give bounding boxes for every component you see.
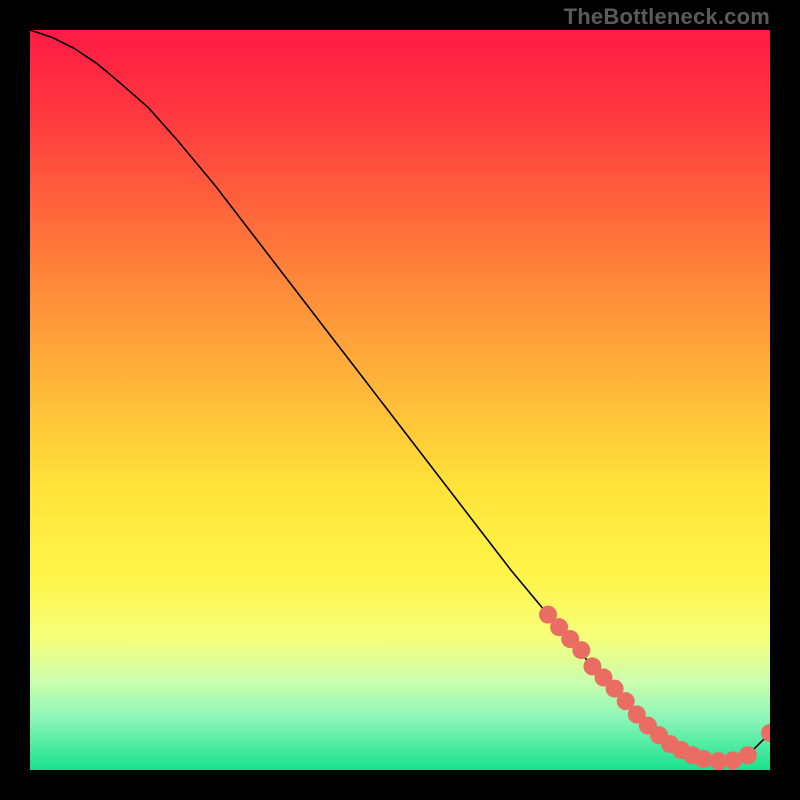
curve-marker (739, 746, 757, 764)
gradient-background (30, 30, 770, 770)
watermark-label: TheBottleneck.com (564, 4, 770, 30)
bottleneck-chart (30, 30, 770, 770)
curve-marker (572, 641, 590, 659)
chart-stage: TheBottleneck.com (0, 0, 800, 800)
